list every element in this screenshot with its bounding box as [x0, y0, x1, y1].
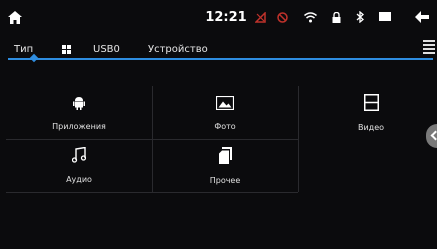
photo-icon [215, 95, 235, 114]
category-photo[interactable]: Фото [152, 86, 298, 139]
android-icon [73, 95, 85, 114]
files-icon [218, 146, 232, 168]
lock-icon [328, 0, 344, 34]
category-label: Прочее [209, 175, 241, 185]
back-arrow-icon[interactable] [412, 0, 432, 34]
category-label: Приложения [52, 121, 106, 131]
home-icon[interactable] [5, 0, 25, 34]
tab-label: Тип [14, 43, 34, 55]
category-label: Фото [214, 121, 236, 131]
window-icon [377, 0, 393, 34]
bluetooth-icon [352, 0, 368, 34]
category-label: Аудио [66, 175, 92, 184]
category-grid: Приложения Фото Видео Аудио Прочее [0, 86, 437, 193]
category-label: Видео [357, 122, 385, 132]
category-other[interactable]: Прочее [152, 139, 298, 192]
music-note-icon [71, 146, 87, 167]
category-video[interactable]: Видео [298, 86, 437, 139]
tab-usb0[interactable]: USB0 [93, 38, 120, 60]
mute-icon [274, 0, 290, 34]
tab-label: Устройство [148, 43, 208, 55]
tab-underline [8, 58, 433, 60]
wifi-icon [302, 0, 318, 34]
grid-divider [6, 192, 298, 193]
category-audio[interactable]: Аудио [6, 139, 152, 192]
grid-view-icon[interactable] [62, 38, 71, 60]
tab-device[interactable]: Устройство [148, 38, 208, 60]
category-apps[interactable]: Приложения [6, 86, 152, 139]
film-icon [363, 93, 379, 115]
clock: 12:21 [205, 9, 247, 25]
tab-label: USB0 [93, 43, 120, 55]
no-signal-icon [252, 0, 268, 34]
status-bar: 12:21 [0, 0, 437, 34]
menu-icon[interactable] [423, 40, 435, 54]
